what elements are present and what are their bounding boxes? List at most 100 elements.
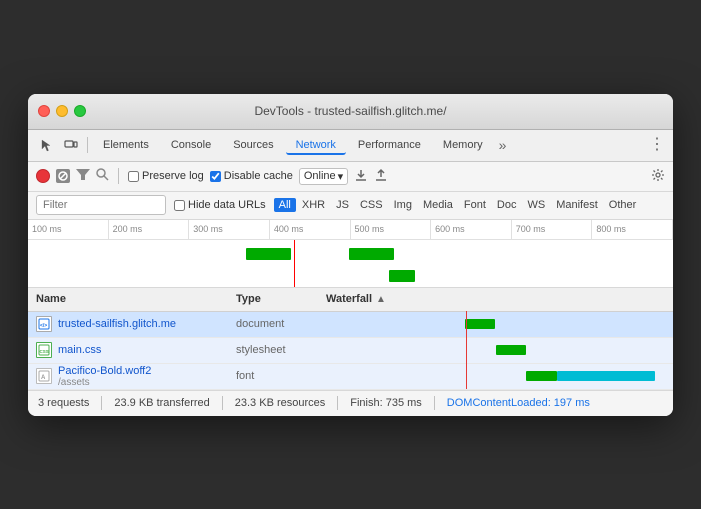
column-header-type[interactable]: Type [228, 293, 318, 305]
tick-200ms: 200 ms [109, 220, 190, 239]
filename-2: main.css [58, 344, 101, 356]
wf-bar-1 [465, 319, 496, 329]
timeline-ruler: 100 ms 200 ms 300 ms 400 ms 500 ms 600 m… [28, 220, 673, 240]
tab-performance[interactable]: Performance [348, 135, 431, 155]
throttling-select[interactable]: Online ▾ [299, 168, 348, 185]
filter-type-img[interactable]: Img [389, 198, 417, 212]
titlebar: DevTools - trusted-sailfish.glitch.me/ [28, 94, 673, 130]
devtools-window: DevTools - trusted-sailfish.glitch.me/ E… [28, 94, 673, 416]
status-divider-4 [434, 396, 435, 410]
window-title: DevTools - trusted-sailfish.glitch.me/ [254, 104, 446, 118]
hide-data-urls-checkbox[interactable] [174, 200, 185, 211]
column-header-name[interactable]: Name [28, 293, 228, 305]
cell-name-2: CSS main.css [28, 342, 228, 358]
tab-network[interactable]: Network [286, 135, 346, 155]
status-bar: 3 requests 23.9 KB transferred 23.3 KB r… [28, 390, 673, 416]
timeline-panel: 100 ms 200 ms 300 ms 400 ms 500 ms 600 m… [28, 220, 673, 288]
svg-text:A: A [41, 375, 46, 381]
waterfall-overview [28, 240, 673, 288]
tick-500ms: 500 ms [351, 220, 432, 239]
filter-type-xhr[interactable]: XHR [297, 198, 330, 212]
tick-700ms: 700 ms [512, 220, 593, 239]
table-row[interactable]: A Pacifico-Bold.woff2 /assets font [28, 364, 673, 390]
timeline-red-line [294, 240, 295, 288]
filter-type-doc[interactable]: Doc [492, 198, 522, 212]
table-header: Name Type Waterfall ▲ [28, 288, 673, 312]
cell-type-1: document [228, 318, 318, 330]
menu-button[interactable]: ⋮ [649, 137, 665, 153]
font-file-name-group: Pacifico-Bold.woff2 /assets [58, 365, 151, 388]
preserve-log-label[interactable]: Preserve log [128, 170, 204, 182]
tick-300ms: 300 ms [189, 220, 270, 239]
filter-input[interactable] [36, 195, 166, 215]
record-button[interactable] [36, 169, 50, 183]
import-har-icon[interactable] [354, 168, 368, 185]
table-row[interactable]: CSS main.css stylesheet [28, 338, 673, 364]
network-toolbar: Preserve log Disable cache Online ▾ [28, 162, 673, 192]
filter-type-css[interactable]: CSS [355, 198, 388, 212]
traffic-lights [38, 105, 86, 117]
tick-400ms: 400 ms [270, 220, 351, 239]
filter-type-media[interactable]: Media [418, 198, 458, 212]
wf-red-line-3 [466, 363, 467, 389]
disable-cache-checkbox[interactable] [210, 171, 221, 182]
export-har-icon[interactable] [374, 168, 388, 185]
cell-waterfall-2 [318, 337, 673, 363]
maximize-button[interactable] [74, 105, 86, 117]
hide-data-urls-label[interactable]: Hide data URLs [174, 199, 266, 211]
column-header-waterfall[interactable]: Waterfall ▲ [318, 293, 673, 305]
filter-type-font[interactable]: Font [459, 198, 491, 212]
chevron-down-icon: ▾ [338, 170, 344, 183]
network-table: Name Type Waterfall ▲ </> trusted-sailfi… [28, 288, 673, 390]
tab-memory[interactable]: Memory [433, 135, 493, 155]
status-dom-loaded: DOMContentLoaded: 197 ms [447, 397, 590, 409]
overview-bar-1 [246, 248, 291, 260]
tick-100ms: 100 ms [28, 220, 109, 239]
filter-type-ws[interactable]: WS [522, 198, 550, 212]
table-row[interactable]: </> trusted-sailfish.glitch.me document [28, 312, 673, 338]
search-icon[interactable] [96, 168, 109, 184]
cell-type-3: font [228, 370, 318, 382]
filter-bar: Hide data URLs All XHR JS CSS Img Media … [28, 192, 673, 220]
css-file-icon: CSS [36, 342, 52, 358]
tab-sources[interactable]: Sources [223, 135, 283, 155]
main-toolbar: Elements Console Sources Network Perform… [28, 130, 673, 162]
filter-type-manifest[interactable]: Manifest [551, 198, 603, 212]
status-finish: Finish: 735 ms [350, 397, 422, 409]
status-resources: 23.3 KB resources [235, 397, 326, 409]
overview-bar-3 [389, 270, 415, 282]
close-button[interactable] [38, 105, 50, 117]
status-divider-2 [222, 396, 223, 410]
tab-console[interactable]: Console [161, 135, 221, 155]
cell-name-3: A Pacifico-Bold.woff2 /assets [28, 365, 228, 388]
tab-elements[interactable]: Elements [93, 135, 159, 155]
filter-type-other[interactable]: Other [604, 198, 642, 212]
settings-icon[interactable] [651, 168, 665, 185]
filter-types: All XHR JS CSS Img Media Font Doc WS Man… [274, 198, 642, 212]
filename-3-sub: /assets [58, 377, 151, 388]
more-tabs-button[interactable]: » [495, 137, 511, 153]
cell-type-2: stylesheet [228, 344, 318, 356]
device-toolbar-icon[interactable] [60, 134, 82, 156]
cell-waterfall-3 [318, 363, 673, 389]
filter-type-js[interactable]: JS [331, 198, 354, 212]
filter-icon[interactable] [76, 169, 90, 184]
filter-type-all[interactable]: All [274, 198, 296, 212]
cell-name-1: </> trusted-sailfish.glitch.me [28, 316, 228, 332]
status-divider-3 [337, 396, 338, 410]
filename-1: trusted-sailfish.glitch.me [58, 318, 176, 330]
disable-cache-label[interactable]: Disable cache [210, 170, 293, 182]
sort-icon: ▲ [376, 294, 386, 305]
overview-bar-2 [349, 248, 394, 260]
minimize-button[interactable] [56, 105, 68, 117]
wf-bar-3-green [526, 371, 557, 381]
clear-button[interactable] [56, 169, 70, 183]
svg-text:CSS: CSS [40, 349, 49, 354]
preserve-log-checkbox[interactable] [128, 171, 139, 182]
status-divider-1 [101, 396, 102, 410]
wf-bar-2 [496, 345, 527, 355]
font-file-icon: A [36, 368, 52, 384]
cursor-icon[interactable] [36, 134, 58, 156]
wf-red-line-1 [466, 311, 467, 337]
svg-text:</>: </> [40, 323, 47, 329]
